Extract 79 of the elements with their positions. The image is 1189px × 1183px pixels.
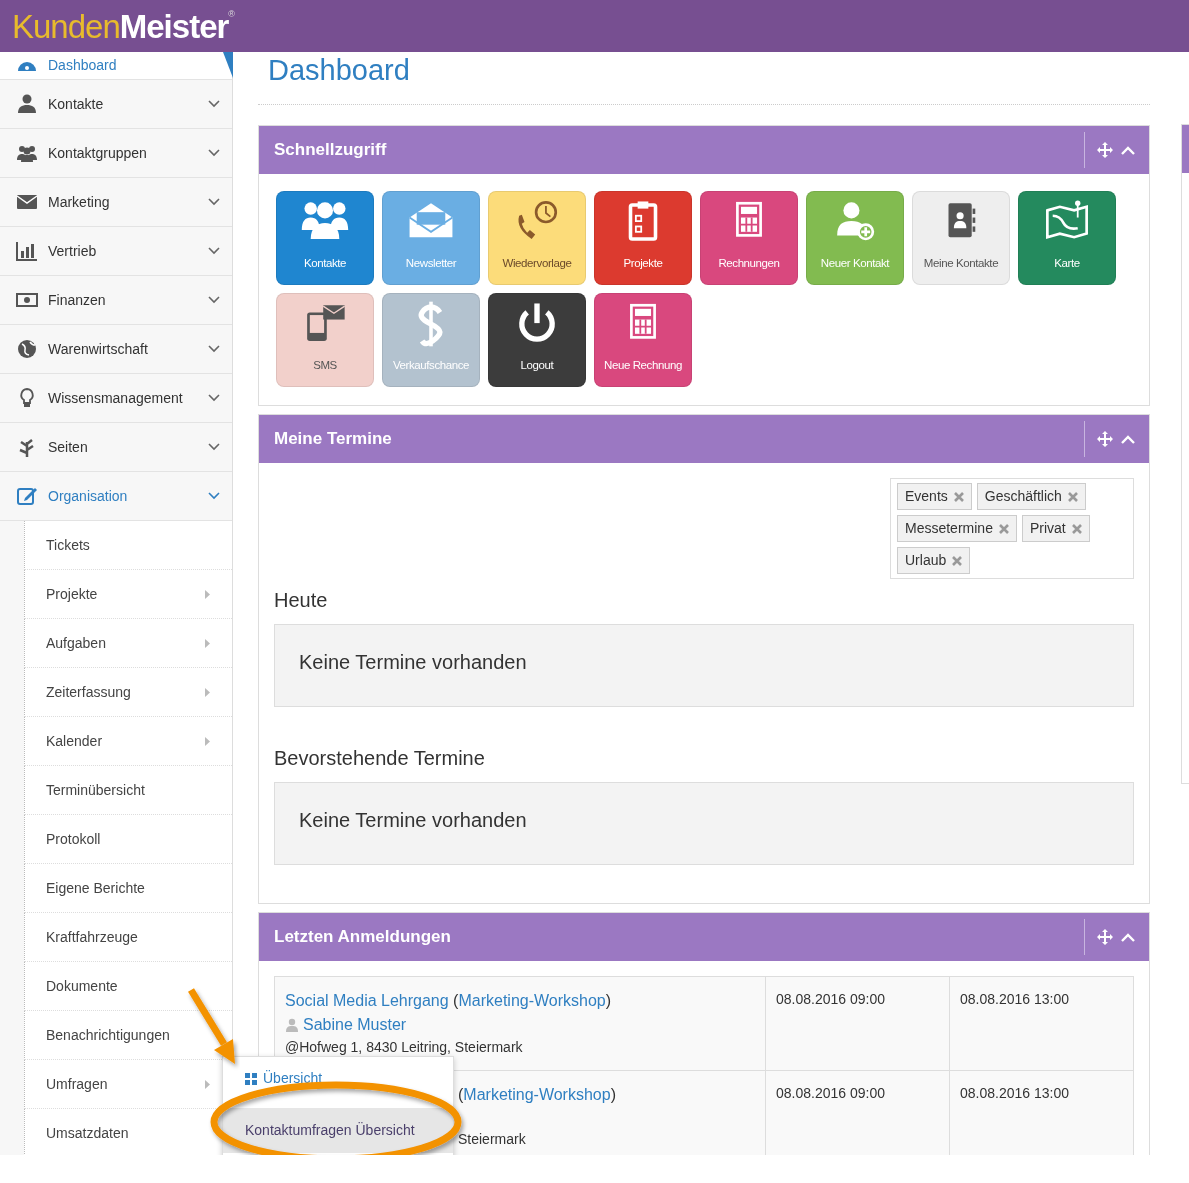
logo: KundenMeister® <box>12 9 234 43</box>
sidebar-subitem[interactable]: Benachrichtigungen <box>24 1011 232 1060</box>
panel-title: Meine Termine <box>274 428 393 451</box>
address-text: Steiermark <box>458 1130 527 1149</box>
shortcut-tile[interactable]: Karte <box>1018 191 1116 285</box>
sidebar-subitem[interactable]: Dokumente <box>24 962 232 1011</box>
sidebar-subitem[interactable]: Zeiterfassung <box>24 668 232 717</box>
panel-title: Schnellzugriff <box>274 139 388 162</box>
chevron-down-icon <box>208 443 220 451</box>
table-cell: 08.08.2016 13:00 <box>949 976 1134 1071</box>
chevron-down-icon <box>208 394 220 402</box>
remove-icon[interactable] <box>952 555 963 566</box>
table-cell: 08.08.2016 09:00 <box>765 976 950 1071</box>
event-link[interactable]: Marketing-Workshop <box>458 992 606 1009</box>
caret-right-icon <box>205 736 210 746</box>
shortcut-tile[interactable]: Meine Kontakte <box>912 191 1010 285</box>
remove-icon[interactable] <box>1071 523 1082 534</box>
table-cell: 08.08.2016 13:00 <box>949 1070 1134 1155</box>
remove-icon[interactable] <box>1067 491 1078 502</box>
user-icon <box>16 93 38 115</box>
collapse-icon[interactable] <box>1121 145 1135 155</box>
address-text: @Hofweg 1, 8430 Leitring, Steiermark <box>285 1038 524 1057</box>
filter-tag: Messetermine <box>897 515 1017 542</box>
event-title: Social Media Lehrgang (Marketing-Workshop) <box>285 991 613 1011</box>
filter-tag: Urlaub <box>897 547 971 574</box>
sidebar-subitem[interactable]: Eigene Berichte <box>24 864 232 913</box>
shortcut-tile[interactable]: Kontakte <box>276 191 374 285</box>
shortcut-tile[interactable]: Logout <box>488 293 586 387</box>
sidebar-subitem[interactable]: Protokoll <box>24 815 232 864</box>
sidebar-subitem[interactable]: Kalender <box>24 717 232 766</box>
caret-right-icon <box>205 589 210 599</box>
filter-tag: Privat <box>1021 515 1090 542</box>
person-icon <box>285 1018 299 1032</box>
section-heading: Bevorstehende Termine <box>274 746 486 771</box>
shortcut-tile[interactable]: Wiedervorlage <box>488 191 586 285</box>
chevron-down-icon <box>208 492 220 500</box>
remove-icon[interactable] <box>998 523 1009 534</box>
caret-right-icon <box>205 687 210 697</box>
filter-tag: Events <box>897 483 972 510</box>
grid-icon <box>245 1072 257 1085</box>
page-title: Dashboard <box>267 53 411 88</box>
event-title: (Marketing-Workshop) <box>458 1085 617 1105</box>
collapse-icon[interactable] <box>1121 434 1135 444</box>
caret-right-icon <box>205 638 210 648</box>
caret-right-icon <box>205 1079 210 1089</box>
chevron-down-icon <box>208 296 220 304</box>
shortcut-tile[interactable]: Projekte <box>594 191 692 285</box>
empty-message: Keine Termine vorhanden <box>274 782 1134 865</box>
shortcut-tile[interactable]: Neue Rechnung <box>594 293 692 387</box>
chevron-down-icon <box>208 100 220 108</box>
sidebar-subitem[interactable]: Aufgaben <box>24 619 232 668</box>
move-icon[interactable] <box>1097 431 1113 447</box>
sidebar-subitem[interactable]: Terminübersicht <box>24 766 232 815</box>
empty-message: Keine Termine vorhanden <box>274 624 1134 707</box>
shortcut-tile[interactable]: SMS <box>276 293 374 387</box>
contact-link[interactable]: Sabine Muster <box>303 1013 407 1037</box>
edit-icon <box>16 485 38 507</box>
globe-icon <box>16 338 38 360</box>
chevron-down-icon <box>208 345 220 353</box>
move-icon[interactable] <box>1097 929 1113 945</box>
section-heading: Heute <box>274 588 329 613</box>
sidebar-item[interactable]: Dashboard <box>0 52 232 80</box>
filter-tag: Geschäftlich <box>976 483 1086 510</box>
remove-icon[interactable] <box>953 491 964 502</box>
panel-title: Letzten Anmeldungen <box>274 926 452 949</box>
table-cell: 08.08.2016 09:00 <box>765 1070 950 1155</box>
event-link[interactable]: Marketing-Workshop <box>463 1086 611 1103</box>
shortcut-tile[interactable]: Rechnungen <box>700 191 798 285</box>
sidebar-subitem[interactable]: Projekte <box>24 570 232 619</box>
bar-chart-icon <box>16 240 38 262</box>
chevron-down-icon <box>208 247 220 255</box>
event-link[interactable]: Social Media Lehrgang <box>285 992 449 1009</box>
sidebar-subitem[interactable]: Tickets <box>24 521 232 570</box>
sidebar-subitem[interactable]: Kraftfahrzeuge <box>24 913 232 962</box>
chevron-down-icon <box>208 198 220 206</box>
collapse-icon[interactable] <box>1121 932 1135 942</box>
chevron-down-icon <box>208 149 220 157</box>
move-icon[interactable] <box>1097 142 1113 158</box>
menu-item[interactable]: Kontaktumfragen Übersicht <box>223 1108 453 1153</box>
